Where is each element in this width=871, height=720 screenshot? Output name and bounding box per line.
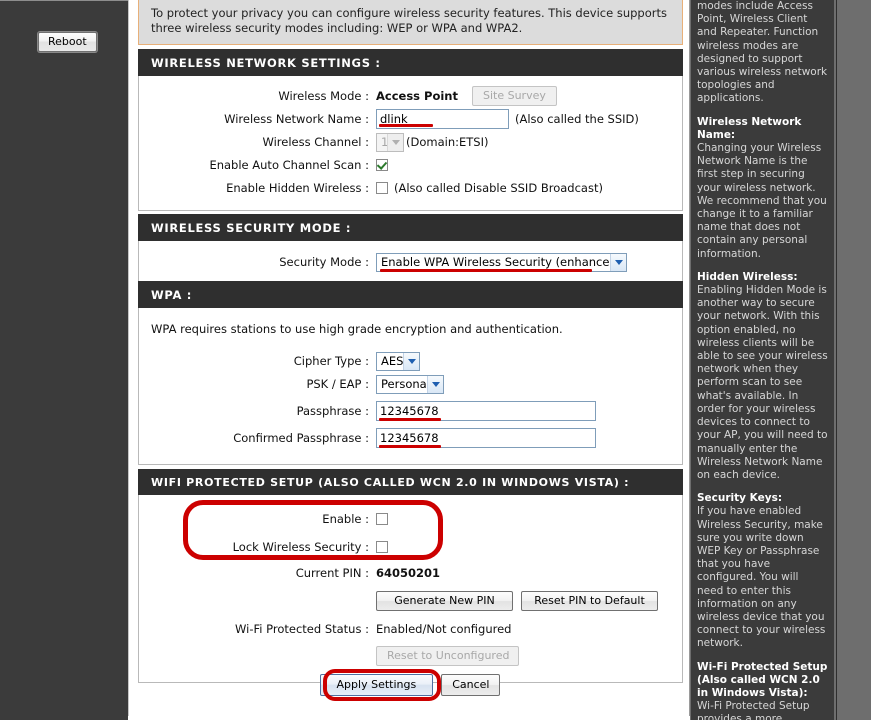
label-wps-enable: Enable : (322, 512, 369, 526)
current-pin-value: 64050201 (376, 566, 441, 580)
annotation-underline-ssid (379, 124, 433, 127)
label-lock-wireless-security: Lock Wireless Security : (232, 540, 369, 554)
label-cipher-type: Cipher Type : (293, 354, 369, 368)
auto-channel-scan-checkbox[interactable] (376, 159, 388, 171)
hint-domain: (Domain:ETSI) (406, 135, 489, 149)
help-modes-text: modes include Access Point, Wireless Cli… (697, 0, 828, 105)
cancel-button[interactable]: Cancel (441, 674, 501, 696)
row-security-mode: Security Mode : Enable WPA Wireless Secu… (139, 251, 682, 273)
section-body-wifi-protected-setup: Enable : Lock Wireless Security : Curren… (138, 495, 683, 683)
privacy-notice: To protect your privacy you can configur… (138, 0, 683, 45)
wps-enable-checkbox[interactable] (376, 513, 388, 525)
generate-new-pin-button[interactable]: Generate New PIN (376, 591, 513, 611)
psk-eap-value: Personal (381, 377, 427, 391)
section-heading-wireless-network-settings: WIRELESS NETWORK SETTINGS : (138, 49, 683, 76)
main-content-panel: To protect your privacy you can configur… (128, 0, 690, 720)
site-survey-button[interactable]: Site Survey (471, 86, 557, 106)
row-wireless-channel: Wireless Channel : 1 (Domain:ETSI) (139, 131, 682, 153)
help-wps-text: Wi-Fi Protected Setup provides a more in… (697, 700, 810, 720)
section-wireless-security-mode: WIRELESS SECURITY MODE : Security Mode :… (138, 214, 683, 286)
label-wps-status: Wi-Fi Protected Status : (235, 622, 369, 636)
help-security-keys-heading: Security Keys: (697, 492, 783, 505)
section-wpa: WPA : WPA requires stations to use high … (138, 281, 683, 465)
left-navigation-panel: Reboot (0, 0, 128, 720)
bottom-strip (128, 716, 690, 720)
label-passphrase: Passphrase : (296, 404, 369, 418)
chevron-down-icon (610, 253, 626, 271)
section-wireless-network-settings: WIRELESS NETWORK SETTINGS : Wireless Mod… (138, 49, 683, 211)
row-pin-buttons: Generate New PIN Reset PIN to Default (139, 590, 682, 612)
label-wireless-network-name: Wireless Network Name : (224, 112, 369, 126)
row-confirmed-passphrase: Confirmed Passphrase : (139, 427, 682, 449)
cipher-type-value: AES (381, 354, 403, 368)
label-wireless-channel: Wireless Channel : (262, 135, 369, 149)
row-hidden-wireless: Enable Hidden Wireless : (Also called Di… (139, 177, 682, 199)
help-panel: modes include Access Point, Wireless Cli… (691, 0, 834, 720)
annotation-underline-passphrase (379, 418, 441, 421)
row-cipher-type: Cipher Type : AES (139, 350, 682, 372)
help-hidden-text: Enabling Hidden Mode is another way to s… (697, 284, 828, 481)
section-body-wpa: WPA requires stations to use high grade … (138, 308, 683, 465)
label-hidden-wireless: Enable Hidden Wireless : (226, 181, 369, 195)
label-security-mode: Security Mode : (279, 255, 369, 269)
section-heading-wireless-security-mode: WIRELESS SECURITY MODE : (138, 214, 683, 241)
hint-ssid: (Also called the SSID) (515, 112, 639, 126)
wps-status-value: Enabled/Not configured (376, 622, 512, 636)
psk-eap-select[interactable]: Personal (376, 374, 444, 394)
hidden-wireless-checkbox[interactable] (376, 182, 388, 194)
row-wps-status: Wi-Fi Protected Status : Enabled/Not con… (139, 618, 682, 640)
reset-to-unconfigured-button[interactable]: Reset to Unconfigured (376, 646, 519, 666)
section-wifi-protected-setup: WIFI PROTECTED SETUP (ALSO CALLED WCN 2.… (138, 469, 683, 683)
chevron-down-icon (387, 133, 403, 151)
row-wireless-mode: Wireless Mode : Access Point Site Survey (139, 85, 682, 107)
row-reset-unconfigured: Reset to Unconfigured (139, 645, 682, 667)
help-security-keys-text: If you have enabled Wireless Security, m… (697, 505, 826, 650)
hint-hidden-wireless: (Also called Disable SSID Broadcast) (394, 181, 603, 195)
annotation-underline-security-mode (380, 268, 592, 272)
section-body-wireless-security-mode: Security Mode : Enable WPA Wireless Secu… (138, 241, 683, 286)
value-wireless-mode: Access Point (376, 89, 458, 103)
section-body-wireless-network-settings: Wireless Mode : Access Point Site Survey… (138, 76, 683, 211)
label-wireless-mode: Wireless Mode : (278, 89, 369, 103)
cipher-type-select[interactable]: AES (376, 351, 420, 371)
row-passphrase: Passphrase : (139, 400, 682, 422)
annotation-underline-confirmed-passphrase (379, 445, 441, 448)
lock-wireless-security-checkbox[interactable] (376, 541, 388, 553)
row-auto-channel-scan: Enable Auto Channel Scan : (139, 154, 682, 176)
section-heading-wpa: WPA : (138, 281, 683, 308)
chevron-down-icon (427, 375, 443, 393)
help-hidden-heading: Hidden Wireless: (697, 270, 798, 283)
security-mode-value: Enable WPA Wireless Security (enhanced) (381, 255, 610, 269)
reboot-button[interactable]: Reboot (38, 32, 97, 52)
chevron-down-icon (403, 352, 419, 370)
router-admin-page: Reboot To protect your privacy you can c… (0, 0, 871, 720)
row-psk-eap: PSK / EAP : Personal (139, 373, 682, 395)
right-gutter-divider (836, 0, 837, 720)
help-network-name-text: Changing your Wireless Network Name is t… (697, 142, 827, 260)
section-heading-wifi-protected-setup: WIFI PROTECTED SETUP (ALSO CALLED WCN 2.… (138, 469, 683, 495)
label-current-pin: Current PIN : (295, 566, 369, 580)
wpa-description: WPA requires stations to use high grade … (151, 322, 563, 336)
right-gutter (834, 0, 871, 720)
label-psk-eap: PSK / EAP : (306, 377, 369, 391)
label-auto-channel-scan: Enable Auto Channel Scan : (209, 158, 369, 172)
row-current-pin: Current PIN : 64050201 (139, 562, 682, 584)
row-lock-wireless-security: Lock Wireless Security : (139, 536, 682, 558)
apply-settings-button[interactable]: Apply Settings (319, 674, 434, 696)
help-wps-heading: Wi-Fi Protected Setup (Also called WCN 2… (697, 660, 828, 699)
row-wireless-network-name: Wireless Network Name : (Also called the… (139, 108, 682, 130)
row-wps-enable: Enable : (139, 508, 682, 530)
wireless-channel-select[interactable]: 1 (376, 132, 404, 152)
label-confirmed-passphrase: Confirmed Passphrase : (233, 431, 369, 445)
help-network-name-heading: Wireless Network Name: (697, 115, 802, 141)
reset-pin-to-default-button[interactable]: Reset PIN to Default (521, 591, 658, 611)
footer-action-bar: Apply Settings Cancel (129, 674, 691, 696)
